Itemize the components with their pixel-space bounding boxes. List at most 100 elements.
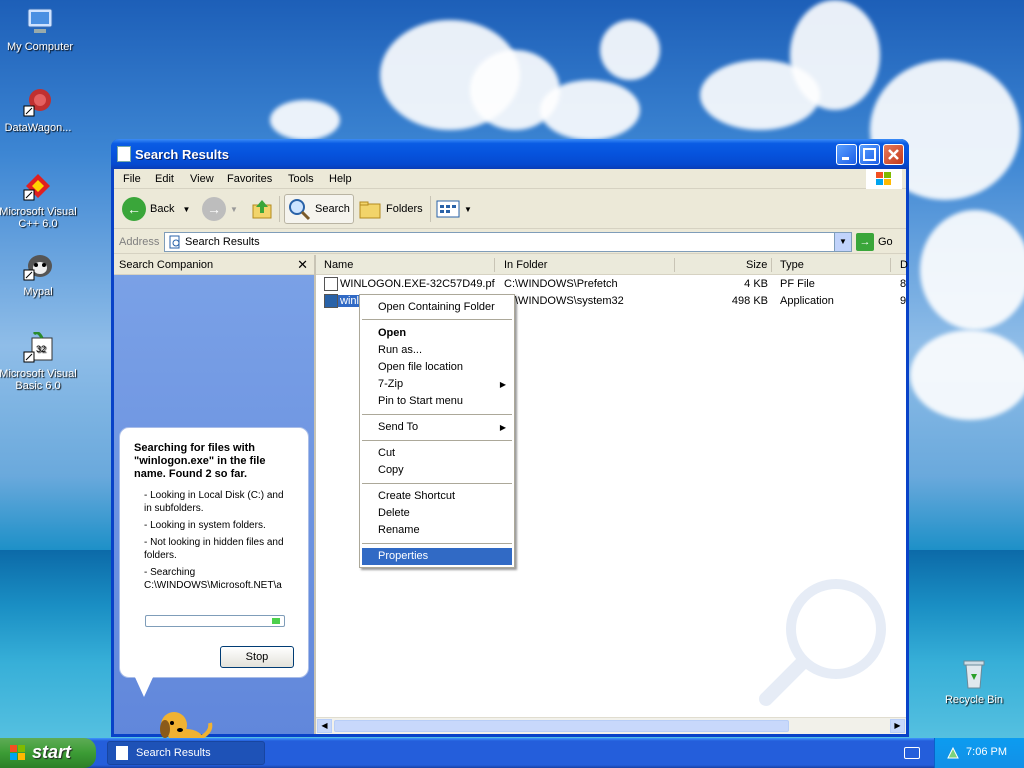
search-status-item: - Searching C:\WINDOWS\Microsoft.NET\a xyxy=(144,567,282,591)
taskbar-item-label: Search Results xyxy=(136,747,211,759)
svg-text:32: 32 xyxy=(36,344,46,354)
search-results-icon xyxy=(116,746,128,760)
desktop-icon-label: Recycle Bin xyxy=(944,694,1004,706)
submenu-arrow-icon: ▶ xyxy=(499,380,506,389)
search-status-item: - Looking in Local Disk (C:) and in subf… xyxy=(144,490,284,514)
address-input[interactable]: Search Results ▼ xyxy=(164,232,852,252)
column-header-name[interactable]: Name xyxy=(324,259,353,271)
file-date: 9 xyxy=(900,295,907,307)
menu-item-open[interactable]: Open xyxy=(362,325,512,342)
file-size: 4 KB xyxy=(744,278,768,290)
search-status-item: - Not looking in hidden files and folder… xyxy=(144,537,284,561)
folders-label: Folders xyxy=(386,203,423,215)
horizontal-scrollbar[interactable]: ◀ ▶ xyxy=(316,717,906,734)
balloon-tail xyxy=(134,675,154,697)
file-size: 498 KB xyxy=(731,295,768,307)
search-companion-title: Search Companion xyxy=(119,259,214,271)
menu-item-properties[interactable]: Properties xyxy=(362,548,512,565)
forward-dropdown-icon: ▼ xyxy=(230,204,238,214)
file-folder: C:\WINDOWS\system32 xyxy=(504,295,624,307)
close-icon xyxy=(888,149,899,160)
menu-item-open-file-location[interactable]: Open file location xyxy=(362,359,512,376)
menu-item-cut[interactable]: Cut xyxy=(362,445,512,462)
menu-view[interactable]: View xyxy=(190,173,214,185)
menu-edit[interactable]: Edit xyxy=(155,173,174,185)
views-button[interactable]: ▼ xyxy=(436,194,472,224)
folders-button[interactable]: Folders xyxy=(358,194,423,224)
search-status-item: - Looking in system folders. xyxy=(144,520,266,531)
windows-logo-icon xyxy=(10,745,25,760)
column-header-size[interactable]: Size xyxy=(746,259,767,271)
menu-item-7zip-label: 7-Zip xyxy=(378,378,404,390)
address-dropdown-icon[interactable]: ▼ xyxy=(834,233,851,251)
menu-item-create-shortcut[interactable]: Create Shortcut xyxy=(362,488,512,505)
desktop-icon-recycle-bin[interactable]: Recycle Bin xyxy=(934,658,1014,706)
menu-item-rename[interactable]: Rename xyxy=(362,522,512,539)
column-header-type[interactable]: Type xyxy=(780,259,804,271)
progress-indicator xyxy=(272,618,280,624)
menu-item-7zip[interactable]: 7-Zip ▶ xyxy=(362,376,512,393)
start-label: start xyxy=(32,742,72,762)
menu-item-open-containing-folder[interactable]: Open Containing Folder xyxy=(362,299,512,316)
desktop-icon-datawagon[interactable]: DataWagon... xyxy=(0,86,78,134)
clock[interactable]: 7:06 PM xyxy=(966,746,1007,758)
back-dropdown-icon[interactable]: ▼ xyxy=(182,205,190,214)
datawagon-icon xyxy=(22,86,54,118)
desktop-icon-label: DataWagon... xyxy=(4,122,72,134)
menu-item-send-to[interactable]: Send To ▶ xyxy=(362,419,512,436)
up-folder-button[interactable] xyxy=(250,194,274,224)
maximize-icon xyxy=(863,148,876,161)
network-icon[interactable] xyxy=(945,745,961,761)
scrollbar-thumb[interactable] xyxy=(334,720,789,732)
desktop-icon-mypal[interactable]: Mypal xyxy=(0,250,78,298)
desktop-icon-my-computer[interactable]: My Computer xyxy=(0,5,80,53)
desktop-icon-label: My Computer xyxy=(6,41,74,53)
search-progress-bar xyxy=(145,615,285,627)
menu-help[interactable]: Help xyxy=(329,173,352,185)
pf-file-icon xyxy=(324,277,338,291)
scroll-left-icon[interactable]: ◀ xyxy=(317,719,332,733)
window-doc-icon xyxy=(117,146,131,162)
menu-file[interactable]: File xyxy=(123,173,141,185)
visual-cpp-icon xyxy=(22,170,54,202)
menu-item-delete[interactable]: Delete xyxy=(362,505,512,522)
file-type: Application xyxy=(780,295,834,307)
column-header-date[interactable]: D xyxy=(900,259,908,271)
menu-bar: File Edit View Favorites Tools Help xyxy=(114,169,906,189)
menu-item-send-to-label: Send To xyxy=(378,421,419,433)
column-header-in-folder[interactable]: In Folder xyxy=(504,259,547,271)
back-label: Back xyxy=(150,203,175,215)
desktop-icon-visual-basic[interactable]: 32 Microsoft Visual Basic 6.0 xyxy=(0,331,78,392)
title-bar[interactable]: Search Results xyxy=(111,139,909,169)
companion-close-icon[interactable]: ✕ xyxy=(297,257,308,273)
table-row[interactable]: WINLOGON.EXE-32C57D49.pf C:\WINDOWS\Pref… xyxy=(316,276,906,293)
application-icon xyxy=(324,294,338,308)
desktop-icon-label: Mypal xyxy=(23,286,53,298)
back-arrow-icon: ← xyxy=(122,197,146,221)
maximize-button[interactable] xyxy=(859,144,880,165)
go-button[interactable]: → Go xyxy=(856,232,893,252)
menu-item-run-as[interactable]: Run as... xyxy=(362,342,512,359)
search-icon xyxy=(289,199,311,221)
start-button[interactable]: start xyxy=(0,738,96,768)
desktop-icon-visual-cpp[interactable]: Microsoft Visual C++ 6.0 xyxy=(0,170,78,230)
menu-item-copy[interactable]: Copy xyxy=(362,462,512,479)
windows-logo-icon xyxy=(866,169,902,189)
address-bar: Address Search Results ▼ → Go xyxy=(114,230,906,254)
taskbar-item-search-results[interactable]: Search Results xyxy=(107,741,265,765)
standard-toolbar: ← Back ▼ → ▼ Search Folders ▼ xyxy=(114,190,906,229)
menu-item-pin-to-start[interactable]: Pin to Start menu xyxy=(362,393,512,410)
menu-tools[interactable]: Tools xyxy=(288,173,314,185)
stop-button[interactable]: Stop xyxy=(220,646,294,668)
taskbar: start Search Results 7:06 PM xyxy=(0,738,1024,768)
keyboard-icon[interactable] xyxy=(904,747,920,759)
scroll-right-icon[interactable]: ▶ xyxy=(890,719,905,733)
menu-favorites[interactable]: Favorites xyxy=(227,173,272,185)
minimize-button[interactable] xyxy=(836,144,857,165)
back-button[interactable]: ← Back ▼ xyxy=(122,194,190,224)
forward-button[interactable]: → ▼ xyxy=(202,194,238,224)
up-folder-icon xyxy=(252,200,272,219)
search-button[interactable]: Search xyxy=(284,194,354,224)
close-button[interactable] xyxy=(883,144,904,165)
mypal-icon xyxy=(22,250,54,282)
